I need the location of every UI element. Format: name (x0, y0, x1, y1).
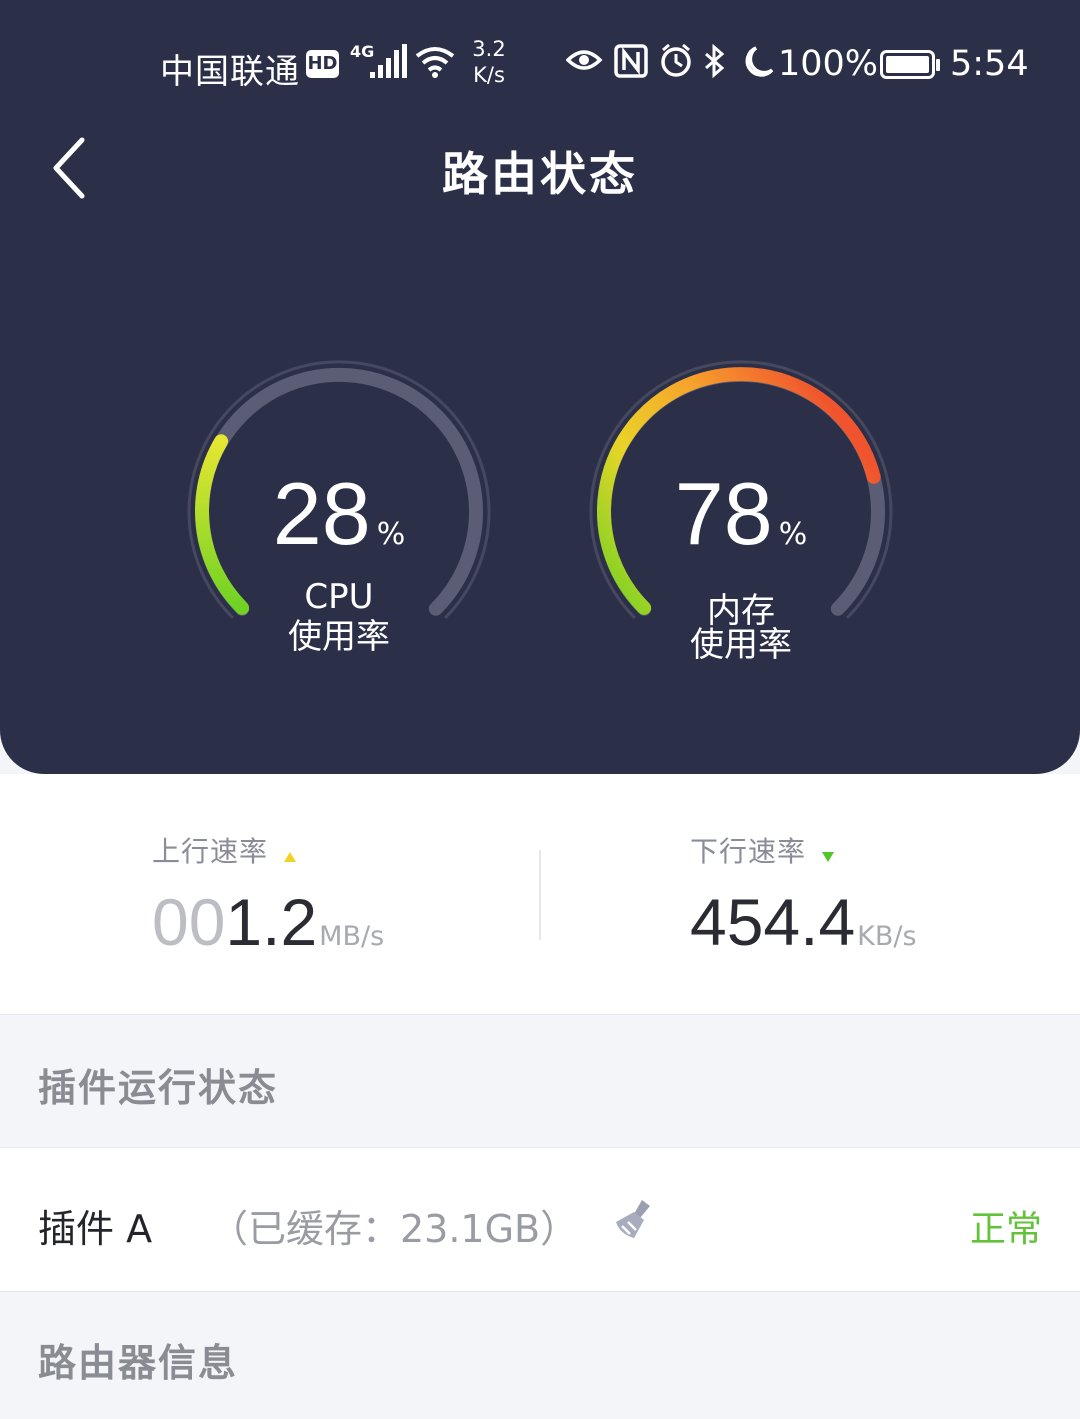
wifi-icon (414, 44, 456, 84)
speed-divider (539, 850, 541, 940)
hd-badge: HD (306, 50, 339, 78)
cpu-usage-value: 28% (184, 466, 494, 562)
memory-usage-number: 78 (674, 464, 773, 563)
cpu-usage-gauge: 28% CPU 使用率 (184, 356, 494, 676)
router-status-page: 中国联通 HD 4G 3.2 K/s 100% 5:54 路由状态 28 % C… (0, 0, 1080, 1419)
network-speed: 3.2 K/s (468, 36, 510, 88)
nfc-icon (614, 44, 648, 78)
network-speed-unit: K/s (473, 63, 505, 87)
memory-usage-label: 使用率 (690, 625, 792, 665)
eye-icon (565, 50, 603, 70)
broom-clean-icon[interactable] (608, 1198, 656, 1246)
signal-icon (366, 44, 408, 84)
router-status-header-panel: 中国联通 HD 4G 3.2 K/s 100% 5:54 路由状态 28 % C… (0, 0, 1080, 774)
battery-percent: 100% (778, 44, 879, 84)
upload-speed-leading-zeros: 00 (152, 885, 226, 959)
battery-icon (880, 50, 942, 84)
cpu-usage-unit: % (376, 517, 406, 552)
page-title: 路由状态 (442, 147, 638, 201)
plugin-status: 正常 (969, 1209, 1042, 1250)
download-speed-value: 454.4 (690, 885, 856, 959)
cpu-usage-number: 28 (272, 464, 371, 563)
upload-speed-value: 1.2 (225, 885, 318, 959)
cpu-usage-label: 使用率 (288, 617, 390, 657)
plugin-cache-size: （已缓存：23.1GB） (210, 1207, 579, 1251)
status-icons (565, 43, 776, 88)
plugins-section-header: 插件运行状态 (0, 1014, 1080, 1147)
cpu-label: CPU (304, 577, 374, 617)
download-speed: 下行速率 454.4KB/s (690, 830, 917, 960)
router-info-section-title: 路由器信息 (38, 1341, 239, 1385)
plugin-name: 插件 A (38, 1207, 153, 1251)
network-speed-value: 3.2 (472, 37, 506, 61)
alarm-icon (661, 43, 691, 77)
bluetooth-icon (705, 43, 725, 79)
upload-speed: 上行速率 001.2MB/s (152, 830, 384, 960)
arrow-up-icon (284, 851, 297, 862)
upload-speed-unit: MB/s (319, 921, 385, 952)
moon-icon (745, 46, 774, 77)
clock-time: 5:54 (950, 44, 1029, 84)
download-speed-label: 下行速率 (690, 835, 807, 868)
memory-usage-unit: % (778, 517, 808, 552)
download-speed-unit: KB/s (857, 921, 917, 952)
carrier-name: 中国联通 (160, 52, 300, 92)
arrow-down-icon (822, 851, 835, 862)
speed-panel: 上行速率 001.2MB/s 下行速率 454.4KB/s (0, 774, 1080, 1014)
status-bar: 中国联通 HD 4G 3.2 K/s 100% 5:54 (0, 30, 1080, 100)
plugins-section-title: 插件运行状态 (38, 1066, 279, 1110)
memory-usage-value: 78% (586, 466, 896, 562)
memory-usage-gauge: 78% 内存 使用率 (586, 356, 896, 676)
plugin-row[interactable]: 插件 A （已缓存：23.1GB） 正常 (0, 1147, 1080, 1293)
router-info-section-header: 路由器信息 (0, 1291, 1080, 1419)
upload-speed-label: 上行速率 (152, 835, 269, 868)
